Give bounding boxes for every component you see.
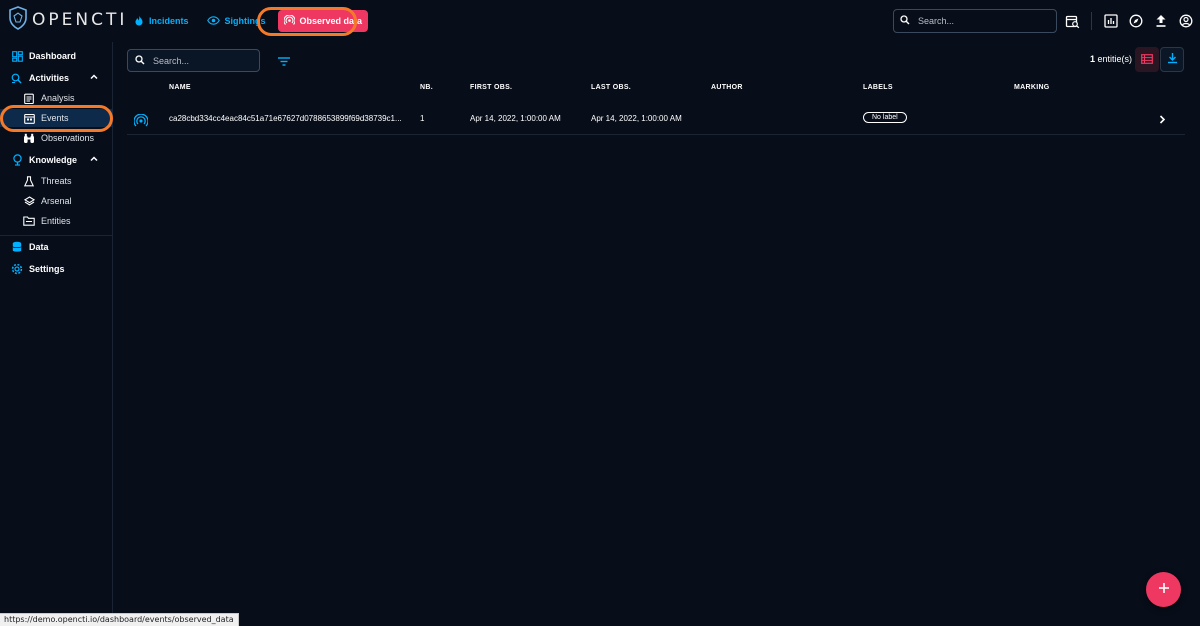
database-icon (11, 241, 23, 253)
topnav-observed-data[interactable]: Observed data (277, 10, 369, 32)
sidebar-item-threats[interactable]: Threats (0, 172, 113, 190)
account-icon[interactable] (1178, 13, 1194, 29)
sidebar-item-label: Observations (41, 133, 95, 143)
sidebar: Dashboard Activities Analysis Events Obs… (0, 42, 113, 626)
app-root: OPENCTI Incidents Sightings Observed dat… (0, 0, 1200, 626)
top-icon-bar (1064, 12, 1194, 30)
chevron-up-icon[interactable] (89, 72, 99, 84)
activities-icon (11, 72, 23, 84)
sidebar-item-label: Entities (41, 216, 71, 226)
table-header: NAME NB. FIRST OBS. LAST OBS. AUTHOR LAB… (127, 84, 1185, 96)
top-navigation: Incidents Sightings Observed data (128, 10, 374, 32)
import-upload-icon[interactable] (1153, 13, 1169, 29)
global-search-input[interactable] (918, 16, 1038, 26)
sidebar-item-label: Settings (29, 264, 65, 274)
topnav-sightings[interactable]: Sightings (201, 10, 272, 32)
topnav-incidents[interactable]: Incidents (128, 10, 195, 32)
chevron-right-icon[interactable] (1157, 114, 1167, 127)
column-header-labels[interactable]: LABELS (863, 84, 893, 91)
column-header-name[interactable]: NAME (169, 84, 191, 91)
sidebar-item-settings[interactable]: Settings (0, 260, 113, 278)
sidebar-divider (0, 235, 112, 236)
sidebar-item-events[interactable]: Events (0, 109, 113, 127)
topnav-observed-data-label: Observed data (299, 16, 363, 26)
entity-count-suffix: entitie(s) (1094, 54, 1132, 64)
list-view-icon (1141, 51, 1153, 69)
global-search[interactable] (893, 9, 1057, 33)
sidebar-item-label: Threats (41, 176, 72, 186)
sidebar-item-label: Data (29, 242, 49, 252)
threats-flask-icon (23, 175, 35, 187)
column-header-first-obs[interactable]: FIRST OBS. (470, 84, 512, 91)
column-header-nb[interactable]: NB. (420, 84, 433, 91)
explore-compass-icon[interactable] (1128, 13, 1144, 29)
sidebar-item-analysis[interactable]: Analysis (0, 89, 113, 107)
list-view-button[interactable] (1135, 47, 1159, 72)
sidebar-item-arsenal[interactable]: Arsenal (0, 192, 113, 210)
top-bar: OPENCTI Incidents Sightings Observed dat… (0, 0, 1200, 42)
sidebar-item-label: Knowledge (29, 155, 78, 165)
sidebar-item-entities[interactable]: Entities (0, 212, 113, 230)
knowledge-icon (11, 154, 23, 166)
table-row[interactable]: ca28cbd334cc4eac84c51a71e67627d078865389… (127, 103, 1185, 135)
eye-icon (206, 15, 220, 27)
broadcast-icon (133, 113, 149, 130)
download-icon (1167, 51, 1178, 69)
entity-count: 1 entitie(s) (1060, 54, 1132, 64)
add-button[interactable] (1146, 572, 1181, 607)
search-icon (135, 52, 145, 70)
list-search-input[interactable] (153, 55, 270, 66)
sidebar-item-data[interactable]: Data (0, 238, 113, 256)
fire-icon (134, 15, 144, 28)
arsenal-layers-icon (23, 195, 35, 207)
column-header-author[interactable]: AUTHOR (711, 84, 743, 91)
topnav-sightings-label: Sightings (224, 16, 266, 26)
events-icon (23, 112, 35, 124)
settings-gear-icon (11, 263, 23, 275)
broadcast-icon (282, 13, 296, 28)
entities-folder-icon (23, 215, 35, 227)
binoculars-icon (23, 132, 35, 144)
list-search[interactable] (127, 49, 270, 72)
sidebar-item-label: Arsenal (41, 196, 72, 206)
status-bar-url: https://demo.opencti.io/dashboard/events… (0, 613, 239, 626)
column-header-last-obs[interactable]: LAST OBS. (591, 84, 631, 91)
brand-name: OPENCTI (32, 10, 128, 30)
sidebar-item-label: Events (41, 113, 69, 123)
no-label-chip: No label (863, 112, 907, 123)
filter-icon[interactable] (277, 54, 291, 72)
dashboard-chart-icon[interactable] (1103, 13, 1119, 29)
sidebar-item-label: Dashboard (29, 51, 77, 61)
sidebar-item-observations[interactable]: Observations (0, 129, 113, 147)
sidebar-item-activities[interactable]: Activities (0, 69, 113, 87)
analysis-icon (23, 92, 35, 104)
sidebar-item-label: Activities (29, 73, 70, 83)
plus-icon (1158, 581, 1170, 599)
top-icons-divider (1091, 12, 1092, 30)
row-first-obs: Apr 14, 2022, 1:00:00 AM (470, 114, 561, 123)
shield-logo-icon (8, 5, 28, 35)
sidebar-item-label: Analysis (41, 93, 75, 103)
brand-logo[interactable]: OPENCTI (8, 5, 128, 35)
sidebar-item-dashboard[interactable]: Dashboard (0, 47, 113, 65)
search-calendar-icon[interactable] (1064, 13, 1080, 29)
export-button[interactable] (1160, 47, 1184, 72)
row-name: ca28cbd334cc4eac84c51a71e67627d078865389… (169, 114, 402, 123)
row-last-obs: Apr 14, 2022, 1:00:00 AM (591, 114, 682, 123)
topnav-incidents-label: Incidents (149, 16, 189, 26)
dashboard-icon (11, 50, 23, 62)
column-header-marking[interactable]: MARKING (1014, 84, 1050, 91)
search-icon (900, 12, 910, 30)
sidebar-item-knowledge[interactable]: Knowledge (0, 151, 113, 169)
row-nb: 1 (420, 114, 425, 123)
chevron-up-icon[interactable] (89, 154, 99, 166)
